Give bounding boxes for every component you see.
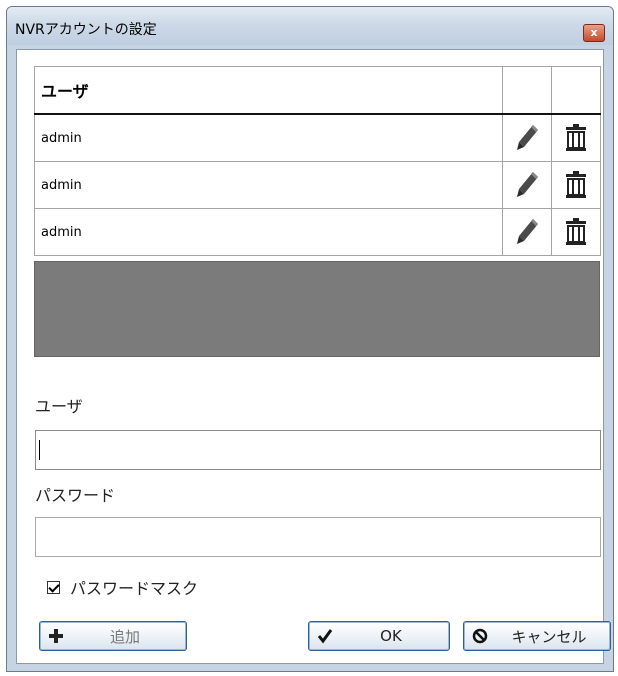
- cancel-button-label: キャンセル: [511, 627, 587, 646]
- dialog-content: ユーザ admin admin admin ユーザ パスワード パスワードマスク…: [16, 49, 611, 664]
- pencil-icon[interactable]: [514, 123, 540, 153]
- title-bar[interactable]: NVRアカウントの設定 x: [7, 7, 613, 45]
- pencil-icon[interactable]: [514, 217, 540, 247]
- add-button-label: 追加: [109, 627, 140, 646]
- user-cell: admin: [34, 113, 503, 162]
- delete-cell: [551, 113, 601, 162]
- column-header-delete: [551, 66, 601, 115]
- text-caret: [39, 440, 40, 460]
- check-icon: [317, 629, 333, 644]
- add-button[interactable]: 追加: [39, 621, 187, 651]
- account-settings-dialog: NVRアカウントの設定 x ユーザ admin admin admin ユーザ …: [6, 6, 614, 672]
- trash-icon[interactable]: [565, 218, 587, 246]
- delete-cell: [551, 208, 601, 256]
- cancel-button[interactable]: キャンセル: [463, 621, 611, 651]
- plus-icon: [49, 629, 63, 643]
- column-header-user: ユーザ: [34, 66, 503, 115]
- edit-cell: [502, 113, 552, 162]
- user-label: ユーザ: [35, 397, 83, 416]
- ok-button-label: OK: [380, 627, 402, 645]
- column-header-edit: [502, 66, 552, 115]
- user-cell: admin: [34, 161, 503, 209]
- password-mask-label: パスワードマスク: [70, 579, 199, 598]
- trash-icon[interactable]: [565, 124, 587, 152]
- close-icon: x: [590, 26, 598, 39]
- delete-cell: [551, 161, 601, 209]
- password-label: パスワード: [35, 486, 116, 505]
- user-table: ユーザ admin admin admin: [34, 66, 601, 256]
- edit-cell: [502, 208, 552, 256]
- pencil-icon[interactable]: [514, 170, 540, 200]
- user-cell: admin: [34, 208, 503, 256]
- ok-button[interactable]: OK: [308, 621, 450, 651]
- empty-table-area: [34, 261, 600, 357]
- table-row[interactable]: admin: [34, 208, 601, 256]
- password-input[interactable]: [35, 517, 601, 557]
- cancel-icon: [472, 628, 488, 644]
- trash-icon[interactable]: [565, 171, 587, 199]
- password-mask-option[interactable]: パスワードマスク: [47, 575, 198, 599]
- table-header-row: ユーザ: [34, 66, 601, 115]
- close-button[interactable]: x: [583, 24, 605, 42]
- dialog-title: NVRアカウントの設定: [15, 22, 157, 38]
- table-row[interactable]: admin: [34, 113, 601, 162]
- table-row[interactable]: admin: [34, 161, 601, 209]
- password-mask-checkbox[interactable]: [47, 580, 60, 594]
- edit-cell: [502, 161, 552, 209]
- user-input[interactable]: [35, 430, 601, 470]
